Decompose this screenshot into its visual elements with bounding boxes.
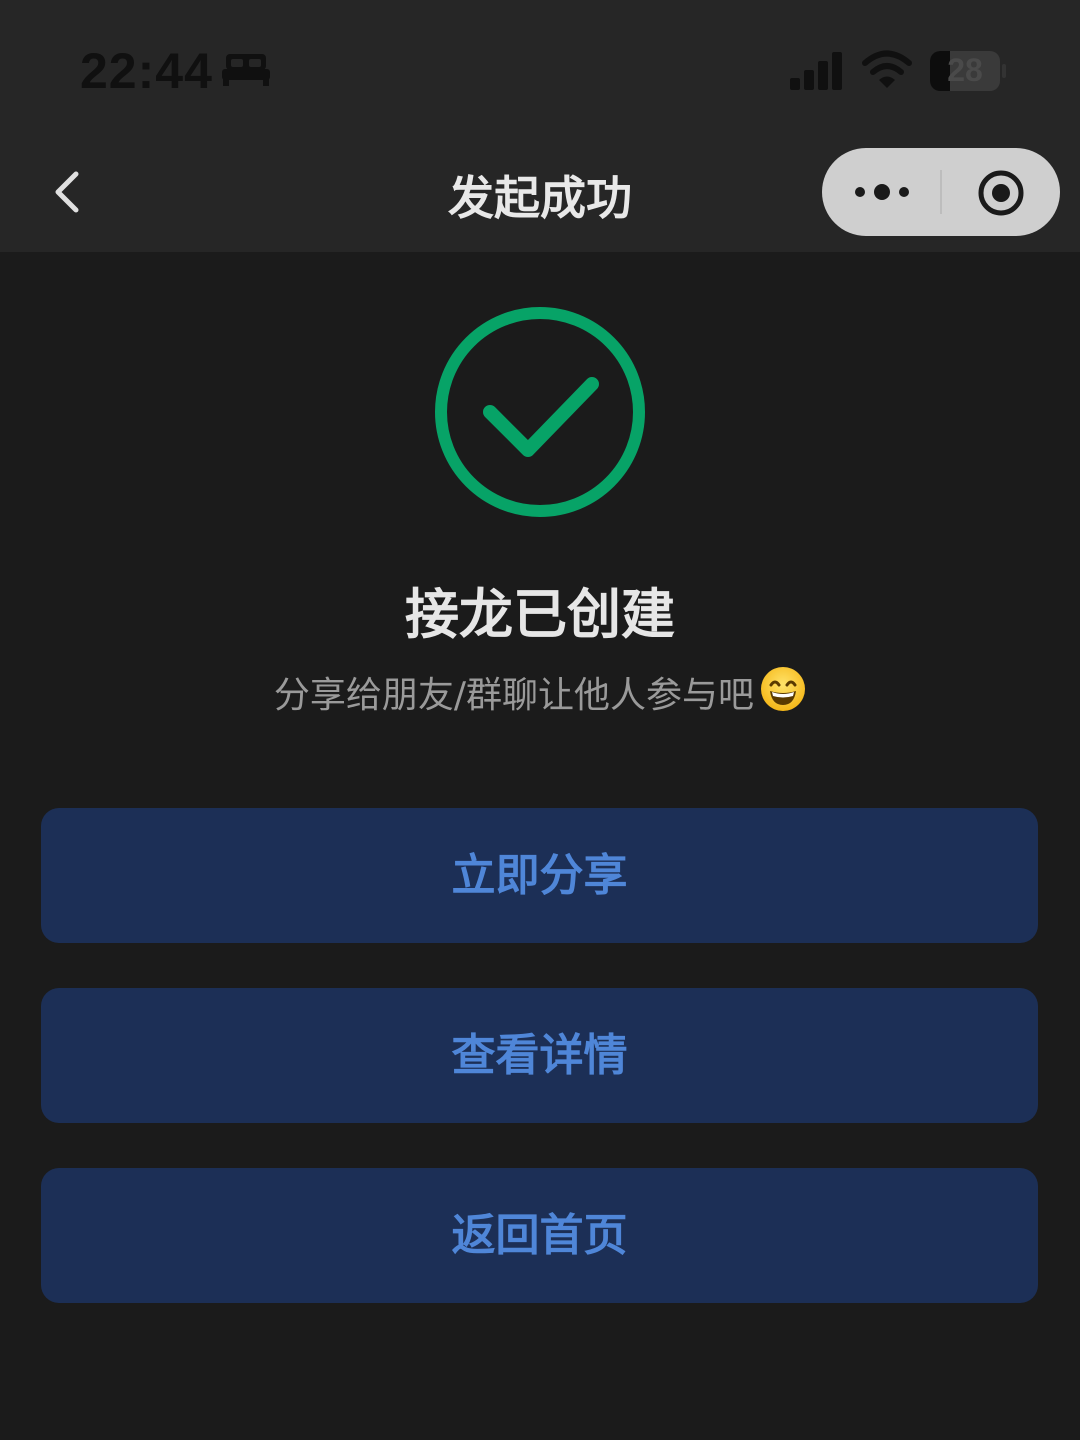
subline-text: 分享给朋友/群聊让他人参与吧 xyxy=(273,675,755,716)
back-to-home-button[interactable]: 返回首页 xyxy=(41,1168,1038,1303)
mini-program-capsule xyxy=(822,148,1060,236)
headline: 接龙已创建 xyxy=(405,583,675,646)
nav-bar: 发起成功 xyxy=(0,140,1080,252)
battery-percent: 28 xyxy=(947,52,983,88)
share-now-button[interactable]: 立即分享 xyxy=(41,808,1038,943)
battery-cap xyxy=(1002,64,1006,78)
target-close-icon[interactable] xyxy=(976,168,1026,222)
status-time: 22:44 xyxy=(80,43,213,99)
subline-wrapper: 分享给朋友/群聊让他人参与吧 xyxy=(0,666,1080,721)
wifi-icon xyxy=(862,50,912,94)
view-details-button[interactable]: 查看详情 xyxy=(41,988,1038,1123)
capsule-divider xyxy=(940,170,942,214)
grinning-face-icon xyxy=(760,666,806,721)
bed-icon xyxy=(222,52,270,92)
page: 22:44 28 发起成功 接龙已创建 分享给朋友/群聊让他人参与吧 立即分享 … xyxy=(0,0,1080,1440)
more-dots-icon[interactable] xyxy=(854,178,910,210)
check-circle-icon xyxy=(432,304,648,524)
battery-icon: 28 xyxy=(930,51,1000,91)
status-bar: 22:44 28 xyxy=(0,0,1080,140)
signal-icon xyxy=(788,52,846,94)
